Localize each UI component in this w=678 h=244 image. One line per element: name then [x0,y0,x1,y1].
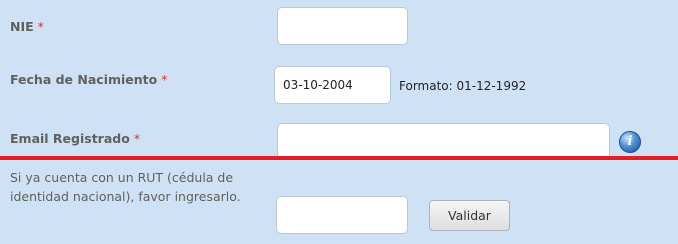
required-mark: * [161,72,168,87]
rut-input[interactable] [276,196,408,234]
fecha-nacimiento-input[interactable] [274,66,391,104]
nie-label: NIE * [10,19,44,34]
email-label-text: Email Registrado [10,131,130,146]
validar-button[interactable]: Validar [429,200,510,231]
email-input[interactable] [277,123,610,159]
required-mark: * [133,131,141,146]
nie-input[interactable] [277,7,408,45]
fecha-label-text: Fecha de Nacimiento [10,72,158,87]
fecha-format-hint: Formato: 01-12-1992 [399,79,527,93]
fecha-label: Fecha de Nacimiento * [10,72,167,87]
required-mark: * [37,19,44,34]
rut-label: Si ya cuenta con un RUT (cédula de ident… [10,170,241,204]
nie-label-text: NIE [10,19,34,34]
info-icon[interactable]: i [619,131,641,153]
divider [0,156,678,160]
email-label: Email Registrado * [10,131,140,146]
